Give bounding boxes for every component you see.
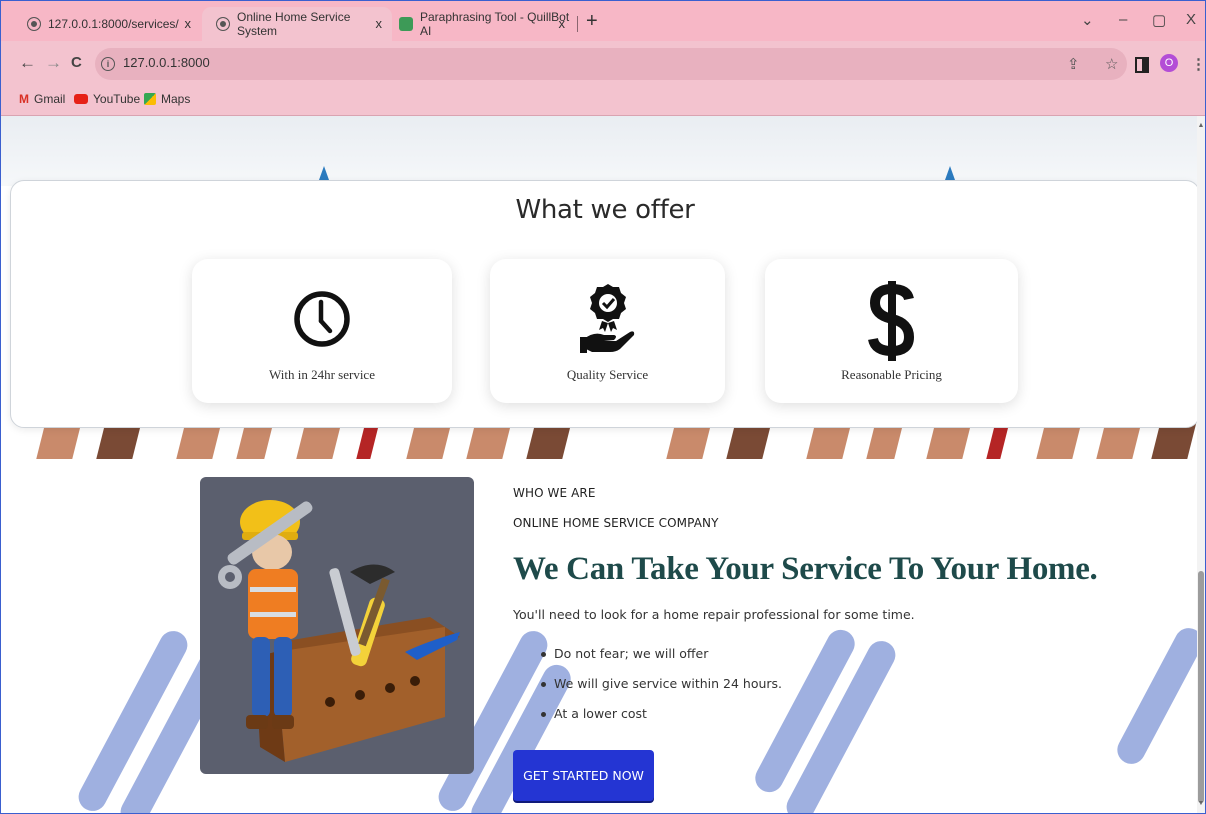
bookmark-label: Maps <box>161 92 191 106</box>
list-item: We will give service within 24 hours. <box>541 676 782 706</box>
get-started-button[interactable]: GET STARTED NOW <box>513 750 654 801</box>
scroll-down-icon[interactable]: ▼ <box>1197 800 1205 807</box>
back-button[interactable]: ← <box>19 54 36 72</box>
tab-title: 127.0.0.1:8000/services/ <box>48 17 179 31</box>
company-subtitle: ONLINE HOME SERVICE COMPANY <box>513 516 719 530</box>
hero-background <box>1 116 1197 186</box>
decorative-stripe <box>1112 623 1197 769</box>
minimize-button[interactable]: – <box>1119 11 1127 28</box>
tab-services[interactable]: 127.0.0.1:8000/services/ x <box>13 7 201 41</box>
tab-online-home-service[interactable]: Online Home Service System x <box>202 7 392 41</box>
list-item: Do not fear; we will offer <box>541 646 782 676</box>
feature-list: Do not fear; we will offer We will give … <box>541 646 782 736</box>
menu-icon[interactable]: ⋮ <box>1191 55 1205 73</box>
tab-close-icon[interactable]: x <box>559 16 566 31</box>
page-scrollbar[interactable]: ▲ ▼ <box>1197 116 1205 813</box>
who-we-are-eyebrow: WHO WE ARE <box>513 486 596 500</box>
site-info-icon[interactable]: i <box>101 57 115 71</box>
offer-card-quality: Quality Service <box>490 259 725 403</box>
tab-strip: 127.0.0.1:8000/services/ x Online Home S… <box>1 1 1205 41</box>
offer-card-pricing: Reasonable Pricing <box>765 259 1018 403</box>
bookmark-youtube[interactable]: YouTube <box>74 92 140 106</box>
address-bar[interactable] <box>95 48 1127 80</box>
maximize-button[interactable]: ▢ <box>1152 11 1166 29</box>
scroll-up-icon[interactable]: ▲ <box>1197 122 1205 129</box>
quality-badge-hand-icon <box>490 281 725 355</box>
tab-search-icon[interactable]: ⌄ <box>1081 11 1094 29</box>
tab-title: Online Home Service System <box>237 10 351 38</box>
profile-avatar[interactable]: O <box>1160 54 1178 72</box>
toolbar: ← → C i 127.0.0.1:8000 ⇪ ☆ O ⋮ <box>1 41 1205 87</box>
offer-card-24hr: With in 24hr service <box>192 259 452 403</box>
browser-window: 127.0.0.1:8000/services/ x Online Home S… <box>0 0 1206 814</box>
reload-button[interactable]: C <box>71 54 82 72</box>
gmail-icon: M <box>19 92 29 106</box>
tab-title: Paraphrasing Tool - QuillBot AI <box>420 10 570 38</box>
hero-decoration <box>945 166 955 180</box>
forward-button[interactable]: → <box>45 54 62 72</box>
page-viewport: What we offer With in 24hr service Quali… <box>1 116 1197 813</box>
quillbot-icon <box>399 17 413 31</box>
bookmark-maps[interactable]: Maps <box>144 92 190 106</box>
side-panel-icon[interactable] <box>1135 57 1149 73</box>
offer-label: With in 24hr service <box>269 367 375 382</box>
handyman-illustration <box>200 477 474 774</box>
youtube-icon <box>74 94 88 104</box>
tab-quillbot[interactable]: Paraphrasing Tool - QuillBot AI x <box>385 7 575 41</box>
bookmark-label: Gmail <box>34 92 66 106</box>
close-window-button[interactable]: X <box>1186 11 1196 28</box>
hero-decoration <box>319 166 329 180</box>
section-title: What we offer <box>515 195 695 225</box>
what-we-offer-section: What we offer With in 24hr service Quali… <box>10 180 1197 428</box>
bookmark-gmail[interactable]: M Gmail <box>19 92 65 106</box>
share-icon[interactable]: ⇪ <box>1067 55 1080 73</box>
who-heading: We Can Take Your Service To Your Home. <box>513 551 1098 587</box>
tab-separator <box>577 16 578 32</box>
bookmarks-bar: M Gmail YouTube Maps <box>1 87 1205 116</box>
address-url[interactable]: 127.0.0.1:8000 <box>123 55 210 70</box>
scroll-thumb[interactable] <box>1198 571 1204 803</box>
globe-icon <box>216 17 230 31</box>
offer-label: Reasonable Pricing <box>841 367 942 382</box>
clock-icon <box>192 281 452 355</box>
dollar-icon <box>765 281 1018 361</box>
tab-close-icon[interactable]: x <box>185 16 192 31</box>
maps-icon <box>144 93 156 105</box>
new-tab-button[interactable]: + <box>586 11 598 31</box>
globe-icon <box>27 17 41 31</box>
list-item: At a lower cost <box>541 706 782 736</box>
tab-close-icon[interactable]: x <box>376 16 383 31</box>
bookmark-label: YouTube <box>93 92 141 106</box>
who-paragraph: You'll need to look for a home repair pr… <box>513 607 915 622</box>
offer-label: Quality Service <box>566 367 649 382</box>
bookmark-star-icon[interactable]: ☆ <box>1105 55 1118 73</box>
